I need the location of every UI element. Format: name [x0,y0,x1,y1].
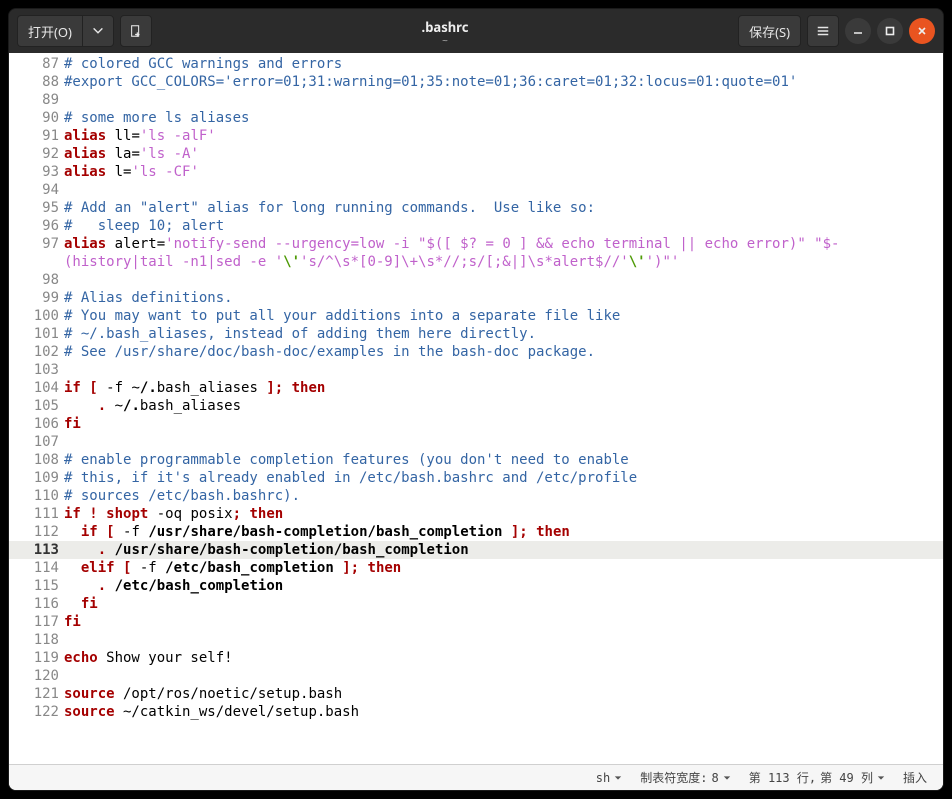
code-line[interactable]: 103 [9,361,943,379]
code-line[interactable]: 115 . /etc/bash_completion [9,577,943,595]
code-line[interactable]: 94 [9,181,943,199]
minimize-button[interactable] [845,18,871,44]
code-line[interactable]: 108# enable programmable completion feat… [9,451,943,469]
title-area: .bashrc ~ [158,18,732,45]
save-button[interactable]: 保存(S) [738,15,801,47]
open-group: 打开(O) [17,15,114,47]
code-line[interactable]: 97alias alert='notify-send --urgency=low… [9,235,943,253]
tab-width-selector[interactable]: 制表符宽度: 8 [640,769,730,787]
code-line[interactable]: 119echo Show your self! [9,649,943,667]
open-dropdown-button[interactable] [82,15,114,47]
close-button[interactable] [909,18,935,44]
code-line[interactable]: (history|tail -n1|sed -e '\''s/^\s*[0-9]… [9,253,943,271]
hamburger-icon [816,23,830,39]
titlebar: 打开(O) .bashrc ~ 保存(S) [9,9,943,53]
code-line[interactable]: 91alias ll='ls -alF' [9,127,943,145]
code-line[interactable]: 95# Add an "alert" alias for long runnin… [9,199,943,217]
code-line[interactable]: 118 [9,631,943,649]
chevron-down-icon [723,774,731,782]
minimize-icon [852,25,864,37]
code-line[interactable]: 88#export GCC_COLORS='error=01;31:warnin… [9,73,943,91]
code-line[interactable]: 117fi [9,613,943,631]
file-subtitle: ~ [158,35,732,45]
language-label: sh [596,769,610,787]
code-line[interactable]: 113 . /usr/share/bash-completion/bash_co… [9,541,943,559]
code-line[interactable]: 98 [9,271,943,289]
insert-mode-label: 插入 [903,769,927,787]
close-icon [916,25,928,37]
code-line[interactable]: 96# sleep 10; alert [9,217,943,235]
code-line[interactable]: 90# some more ls aliases [9,109,943,127]
code-line[interactable]: 102# See /usr/share/doc/bash-doc/example… [9,343,943,361]
tab-width-value: 8 [711,769,718,787]
chevron-down-icon [91,23,105,39]
code-line[interactable]: 107 [9,433,943,451]
maximize-icon [884,25,896,37]
code-line[interactable]: 106fi [9,415,943,433]
insert-mode[interactable]: 插入 [903,769,927,787]
statusbar: sh 制表符宽度: 8 第 113 行, 第 49 列 插入 [9,764,943,790]
code-line[interactable]: 87# colored GCC warnings and errors [9,55,943,73]
code-line[interactable]: 92alias la='ls -A' [9,145,943,163]
code-line[interactable]: 112 if [ -f /usr/share/bash-completion/b… [9,523,943,541]
chevron-down-icon [877,774,885,782]
code-line[interactable]: 93alias l='ls -CF' [9,163,943,181]
cursor-position-selector[interactable]: 第 113 行, 第 49 列 [749,769,885,787]
code-area[interactable]: 87# colored GCC warnings and errors88#ex… [9,53,943,764]
language-selector[interactable]: sh [596,769,622,787]
code-line[interactable]: 100# You may want to put all your additi… [9,307,943,325]
cursor-row: 第 113 行, [749,769,816,787]
code-line[interactable]: 110# sources /etc/bash.bashrc). [9,487,943,505]
hamburger-menu-button[interactable] [807,15,839,47]
gedit-window: 打开(O) .bashrc ~ 保存(S) 87# colored GCC wa… [8,8,944,791]
code-line[interactable]: 122source ~/catkin_ws/devel/setup.bash [9,703,943,721]
tab-width-label: 制表符宽度: [640,769,707,787]
new-tab-button[interactable] [120,15,152,47]
code-line[interactable]: 105 . ~/.bash_aliases [9,397,943,415]
code-line[interactable]: 101# ~/.bash_aliases, instead of adding … [9,325,943,343]
code-line[interactable]: 99# Alias definitions. [9,289,943,307]
code-line[interactable]: 111if ! shopt -oq posix; then [9,505,943,523]
code-line[interactable]: 89 [9,91,943,109]
code-line[interactable]: 104if [ -f ~/.bash_aliases ]; then [9,379,943,397]
cursor-col: 第 49 列 [820,769,873,787]
chevron-down-icon [614,774,622,782]
code-line[interactable]: 116 fi [9,595,943,613]
code-line[interactable]: 114 elif [ -f /etc/bash_completion ]; th… [9,559,943,577]
new-document-icon [129,23,143,39]
code-line[interactable]: 120 [9,667,943,685]
code-line[interactable]: 121source /opt/ros/noetic/setup.bash [9,685,943,703]
code-line[interactable]: 109# this, if it's already enabled in /e… [9,469,943,487]
editor: 87# colored GCC warnings and errors88#ex… [9,53,943,790]
open-button[interactable]: 打开(O) [17,15,82,47]
maximize-button[interactable] [877,18,903,44]
